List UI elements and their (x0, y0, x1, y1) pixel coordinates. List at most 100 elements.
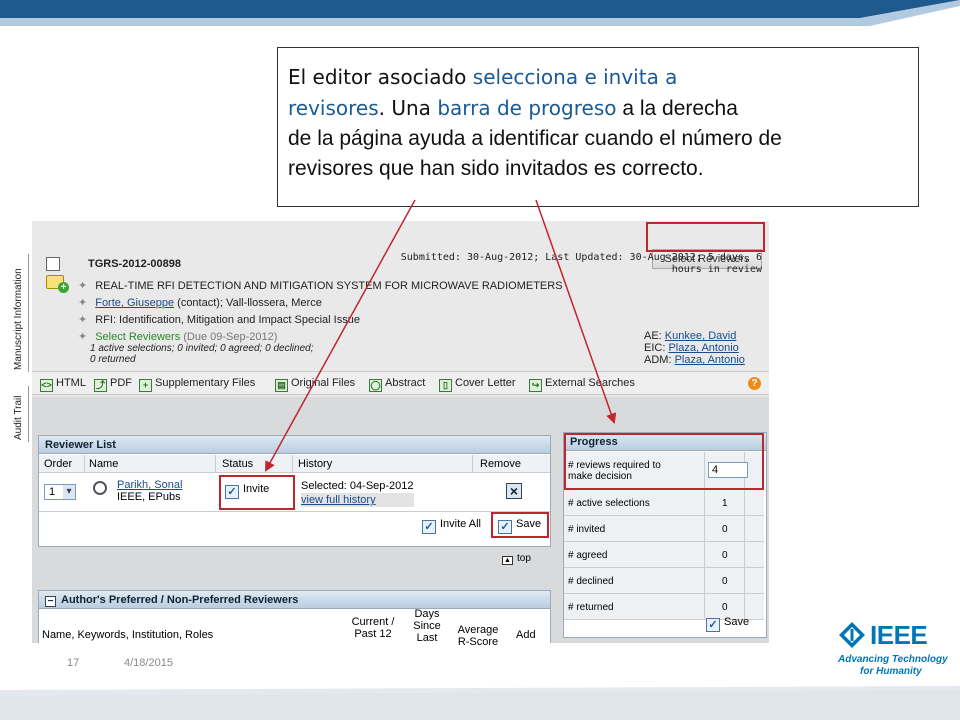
file-icon: ▤ (275, 379, 288, 392)
progress-value: 0 (722, 550, 728, 561)
manuscript-issue: ✦ RFI: Identification, Mitigation and Imp… (78, 314, 360, 326)
toolbar-supplementary-files[interactable]: + Supplementary Files (139, 377, 255, 392)
checkbox-checked-icon: ✓ (706, 618, 720, 632)
page-icon: ▯ (439, 379, 452, 392)
ieee-tagline-2: for Humanity (860, 666, 922, 677)
checkbox-icon[interactable] (46, 257, 60, 271)
manuscript-authors: ✦ Forte, Giuseppe (contact); Vall-llosser… (78, 297, 322, 309)
checkbox-checked-icon: ✓ (422, 520, 436, 534)
view-full-history-link[interactable]: view full history (301, 494, 376, 506)
progress-row-active: # active selections 1 (564, 490, 764, 516)
current-task: ✦ Select Reviewers (Due 09-Sep-2012) (78, 331, 278, 343)
col-add: Add (516, 629, 536, 641)
toolbar-html[interactable]: <> HTML (40, 377, 86, 392)
callout-line-1: El editor asociado selecciona e invita a (288, 65, 678, 89)
preferred-reviewers-header[interactable]: − Author's Preferred / Non-Preferred Revi… (39, 591, 550, 609)
save-highlight (491, 512, 549, 538)
remove-icon[interactable]: × (506, 483, 522, 499)
slide-number: 17 (67, 657, 80, 669)
slide-date: 4/18/2015 (124, 657, 173, 669)
toolbar-pdf[interactable]: ⤴ PDF (94, 377, 132, 392)
callout-textbox: El editor asociado selecciona e invita a… (277, 47, 919, 207)
order-select[interactable]: 1 (44, 484, 76, 500)
ae-link[interactable]: Kunkee, David (665, 330, 737, 342)
progress-value: 1 (722, 498, 728, 509)
preferred-columns: Name, Keywords, Institution, Roles Curre… (39, 608, 550, 649)
adm-link[interactable]: Plaza, Antonio (675, 354, 745, 366)
top-link[interactable]: ▲ top (502, 553, 531, 565)
invite-all-button[interactable]: ✓ Invite All (422, 518, 481, 534)
plus-icon: + (139, 379, 152, 392)
col-current: Current / Past 12 (351, 616, 395, 640)
submission-dates: Submitted: 30-Aug-2012; Last Updated: 30… (400, 252, 762, 275)
slide-bottom-band (0, 686, 960, 720)
reviews-required-input[interactable]: 4 (708, 462, 748, 478)
table-row: 1 Parikh, Sonal IEEE, EPubs ✓Invite Sele… (39, 474, 550, 512)
col-remove: Remove (480, 458, 521, 470)
slide-top-band (0, 0, 960, 26)
progress-label: # declined (568, 576, 614, 587)
external-search-icon: ↪ (529, 379, 542, 392)
progress-label: # invited (568, 524, 606, 535)
progress-row-invited: # invited 0 (564, 516, 764, 542)
ieee-diamond-icon (839, 622, 865, 648)
toolbar-external-searches[interactable]: ↪ External Searches (529, 377, 635, 392)
select-reviewers-task-link[interactable]: Select Reviewers (95, 331, 180, 343)
preferred-reviewers-panel: − Author's Preferred / Non-Preferred Revi… (38, 590, 551, 648)
progress-value: 0 (722, 602, 728, 613)
help-icon[interactable]: ? (748, 377, 761, 390)
callout-line-3: de la página ayuda a identificar cuando … (288, 127, 782, 150)
adm-line: ADM: Plaza, Antonio (644, 354, 745, 366)
col-status: Status (222, 458, 254, 470)
reviewer-list-header: Reviewer List (39, 436, 550, 454)
tab-audit-trail[interactable]: Audit Trail (12, 386, 29, 442)
task-status-line-2: 0 returned (90, 354, 136, 365)
collapse-icon[interactable]: − (45, 596, 56, 607)
progress-panel: Progress # reviews required to make decis… (563, 432, 767, 638)
ieee-logo-word: IEEE (870, 620, 928, 650)
pdf-icon: ⤴ (94, 379, 107, 392)
manuscript-id: TGRS-2012-00898 (88, 258, 181, 270)
toolbar-cover-letter[interactable]: ▯ Cover Letter (439, 377, 516, 392)
eic-line: EIC: Plaza, Antonio (644, 342, 739, 354)
reviewer-name-link[interactable]: Parikh, Sonal (117, 479, 182, 491)
manuscript-title: ✦ REAL-TIME RFI DETECTION AND MITIGATION … (78, 280, 563, 292)
history-selected: Selected: 04-Sep-2012 (301, 480, 414, 492)
progress-label: # agreed (568, 550, 608, 561)
col-name-keywords: Name, Keywords, Institution, Roles (42, 629, 214, 641)
history-cell: Selected: 04-Sep-2012 view full history (301, 479, 414, 507)
progress-label: # active selections (568, 498, 650, 509)
folder-add-icon (46, 275, 69, 293)
toolbar-original-files[interactable]: ▤ Original Files (275, 377, 355, 392)
col-days-since: Days Since Last (413, 608, 441, 644)
html-icon: <> (40, 379, 53, 392)
progress-row-required: # reviews required to make decision 4 (564, 452, 764, 490)
reviewer-name: Parikh, Sonal IEEE, EPubs (117, 479, 182, 503)
tab-manuscript-information[interactable]: Manuscript Information (12, 254, 29, 372)
eic-link[interactable]: Plaza, Antonio (668, 342, 738, 354)
search-icon[interactable] (93, 481, 107, 495)
reviewer-list-panel: Reviewer List Order Name Status History … (38, 435, 551, 547)
toolbar-abstract[interactable]: ◯ Abstract (369, 377, 425, 392)
up-arrow-icon: ▲ (502, 556, 513, 565)
manuscript-info: TGRS-2012-00898 Submitted: 30-Aug-2012; … (32, 249, 769, 369)
progress-value: 0 (722, 576, 728, 587)
progress-row-agreed: # agreed 0 (564, 542, 764, 568)
col-average: Average R-Score (457, 624, 499, 648)
reviewer-affiliation: IEEE, EPubs (117, 491, 181, 503)
reviewer-list-columns: Order Name Status History Remove (39, 455, 550, 473)
select-reviewers-highlight (646, 222, 765, 252)
abstract-icon: ◯ (369, 379, 382, 392)
progress-label: # reviews required to make decision (568, 460, 661, 482)
progress-save-button[interactable]: ✓ Save (706, 616, 749, 632)
progress-value: 0 (722, 524, 728, 535)
col-name: Name (89, 458, 119, 470)
author-link[interactable]: Forte, Giuseppe (95, 297, 174, 309)
col-history: History (298, 458, 333, 470)
col-order: Order (44, 458, 73, 470)
progress-label: # returned (568, 602, 614, 613)
progress-row-declined: # declined 0 (564, 568, 764, 594)
ieee-tagline-1: Advancing Technology (838, 654, 948, 665)
callout-line-4: revisores que han sido invitados es corr… (288, 157, 704, 180)
task-status-line-1: 1 active selections; 0 invited; 0 agreed… (90, 343, 314, 354)
